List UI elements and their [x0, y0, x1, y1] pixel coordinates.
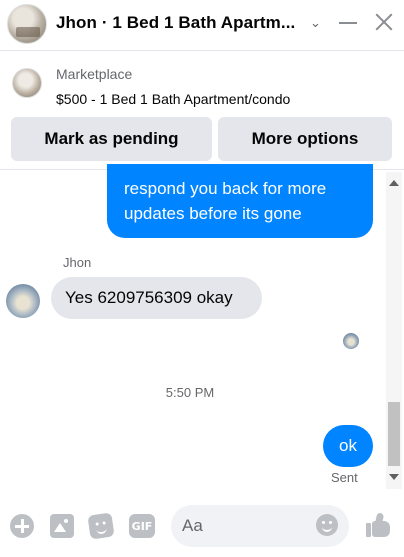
close-icon[interactable]	[372, 10, 396, 34]
divider	[0, 50, 404, 51]
outgoing-message[interactable]: ok	[323, 425, 373, 467]
scroll-down-arrow-icon[interactable]	[389, 474, 399, 480]
more-options-button[interactable]: More options	[218, 117, 392, 161]
mark-as-pending-button[interactable]: Mark as pending	[11, 117, 212, 161]
like-icon-palm	[372, 521, 390, 537]
listing-title[interactable]: $500 - 1 Bed 1 Bath Apartment/condo	[56, 91, 290, 107]
plus-icon[interactable]	[10, 514, 34, 538]
like-icon-cuff	[366, 523, 371, 537]
incoming-message[interactable]: Yes 6209756309 okay	[51, 277, 262, 319]
sent-status: Sent	[331, 470, 358, 485]
sender-avatar[interactable]	[6, 284, 40, 318]
image-icon[interactable]	[50, 514, 74, 538]
marketplace-label: Marketplace	[56, 66, 133, 82]
message-timestamp: 5:50 PM	[165, 385, 215, 400]
like-icon[interactable]	[364, 511, 392, 539]
gif-icon[interactable]: GIF	[129, 514, 155, 538]
avatar[interactable]	[7, 4, 47, 44]
seen-indicator-avatar	[343, 333, 359, 349]
listing-thumbnail[interactable]	[12, 68, 42, 98]
sticker-icon[interactable]	[87, 512, 115, 540]
scroll-up-arrow-icon[interactable]	[389, 180, 399, 186]
emoji-icon[interactable]	[316, 514, 338, 536]
minimize-icon[interactable]	[339, 22, 357, 24]
sender-name: Jhon	[63, 255, 92, 270]
outgoing-message[interactable]: respond you back for more updates before…	[107, 164, 373, 238]
chat-header: Jhon · 1 Bed 1 Bath Apartm... ⌄	[0, 0, 404, 48]
chevron-down-icon[interactable]: ⌄	[310, 16, 324, 30]
chat-title[interactable]: Jhon · 1 Bed 1 Bath Apartm...	[56, 13, 295, 33]
scrollbar-thumb[interactable]	[388, 402, 400, 466]
